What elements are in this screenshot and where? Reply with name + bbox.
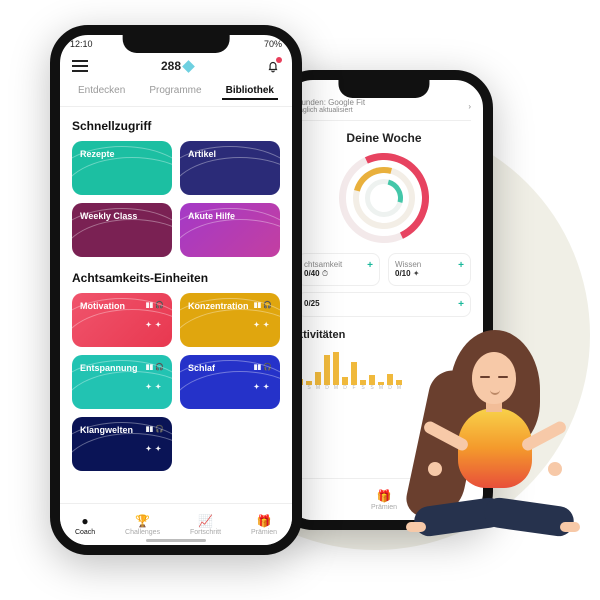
gem-icon [182, 60, 195, 73]
card-konzentration[interactable]: Konzentration▮▮🎧✦✦ [180, 293, 280, 347]
card-artikel[interactable]: Artikel [180, 141, 280, 195]
data-source-sub: täglich aktualisiert [297, 107, 365, 114]
phone-primary: 12:10 70% 288 Entdecken Programme Biblioth… [50, 25, 302, 555]
card-label: Klangwelten [80, 425, 133, 463]
card-label: Weekly Class [80, 211, 137, 249]
nav-prämien[interactable]: 🎁Prämien [251, 514, 277, 536]
card-label: Akute Hilfe [188, 211, 235, 249]
card-label: Konzentration [188, 301, 249, 339]
notification-dot [276, 57, 282, 63]
card-label: Motivation [80, 301, 125, 339]
card-label: Schlaf [188, 363, 215, 401]
section-title-mind: Achtsamkeits-Einheiten [72, 271, 280, 285]
meditating-woman-illustration [400, 320, 580, 550]
notification-icon[interactable] [266, 59, 280, 73]
card-schlaf[interactable]: Schlaf▮▮🎧✦✦ [180, 355, 280, 409]
plus-icon[interactable]: + [458, 299, 464, 310]
bar [324, 355, 330, 385]
nav-fortschritt[interactable]: 📈Fortschritt [190, 514, 221, 536]
data-source-row[interactable]: bunden: Google Fit täglich aktualisiert … [297, 98, 471, 121]
nav-challenges[interactable]: 🏆Challenges [125, 514, 160, 536]
nav-icon: 📈 [198, 514, 213, 528]
plus-icon[interactable]: + [367, 260, 373, 271]
app-header: 288 [60, 53, 292, 75]
quick-grid: Rezepte Artikel Weekly Class Akute Hilfe [72, 141, 280, 257]
bar [351, 362, 357, 385]
week-title: Deine Woche [297, 131, 471, 145]
points-value: 288 [161, 59, 181, 73]
points-display[interactable]: 288 [161, 59, 193, 73]
card-weekly-class[interactable]: Weekly Class [72, 203, 172, 257]
tab-programme[interactable]: Programme [145, 83, 205, 100]
chevron-right-icon: › [468, 102, 471, 111]
nav-icon: 🎁 [257, 514, 272, 528]
stat-card[interactable]: + Wissen 0/10 ✦ [388, 253, 471, 286]
status-time: 12:10 [70, 39, 93, 53]
nav-coach[interactable]: ●Coach [75, 514, 95, 536]
card-rezepte[interactable]: Rezepte [72, 141, 172, 195]
card-label: Rezepte [80, 149, 115, 187]
status-battery: 70% [264, 39, 282, 53]
home-indicator [146, 539, 206, 542]
bar [369, 375, 375, 385]
stat-card[interactable]: + chtsamkeit 0/40 ⏱ [297, 253, 380, 286]
tab-bibliothek[interactable]: Bibliothek [222, 83, 278, 100]
tab-entdecken[interactable]: Entdecken [74, 83, 129, 100]
notch [338, 80, 429, 98]
section-title-quick: Schnellzugriff [72, 119, 280, 133]
stat-row: + chtsamkeit 0/40 ⏱ + Wissen 0/10 ✦ [297, 253, 471, 286]
card-klangwelten[interactable]: Klangwelten▮▮🎧✦✦ [72, 417, 172, 471]
mind-grid: Motivation▮▮🎧✦✦Konzentration▮▮🎧✦✦Entspan… [72, 293, 280, 471]
bar [315, 372, 321, 385]
card-label: Entspannung [80, 363, 138, 401]
card-label: Artikel [188, 149, 216, 187]
stat-card[interactable]: + 0/25 [297, 292, 471, 317]
bar [387, 374, 393, 385]
card-akute-hilfe[interactable]: Akute Hilfe [180, 203, 280, 257]
nav-icon: 🏆 [135, 514, 150, 528]
bar [333, 352, 339, 385]
top-tabs: Entdecken Programme Bibliothek [60, 75, 292, 107]
data-source-label: bunden: Google Fit [297, 98, 365, 107]
progress-rings [339, 153, 429, 243]
plus-icon[interactable]: + [458, 260, 464, 271]
nav-item[interactable]: 🎁Prämien [371, 489, 397, 511]
card-motivation[interactable]: Motivation▮▮🎧✦✦ [72, 293, 172, 347]
card-entspannung[interactable]: Entspannung▮▮🎧✦✦ [72, 355, 172, 409]
nav-icon: ● [81, 514, 88, 528]
menu-icon[interactable] [72, 60, 88, 72]
main-scroll[interactable]: Schnellzugriff Rezepte Artikel Weekly Clas… [60, 107, 292, 521]
notch [123, 35, 230, 53]
bar [342, 377, 348, 385]
